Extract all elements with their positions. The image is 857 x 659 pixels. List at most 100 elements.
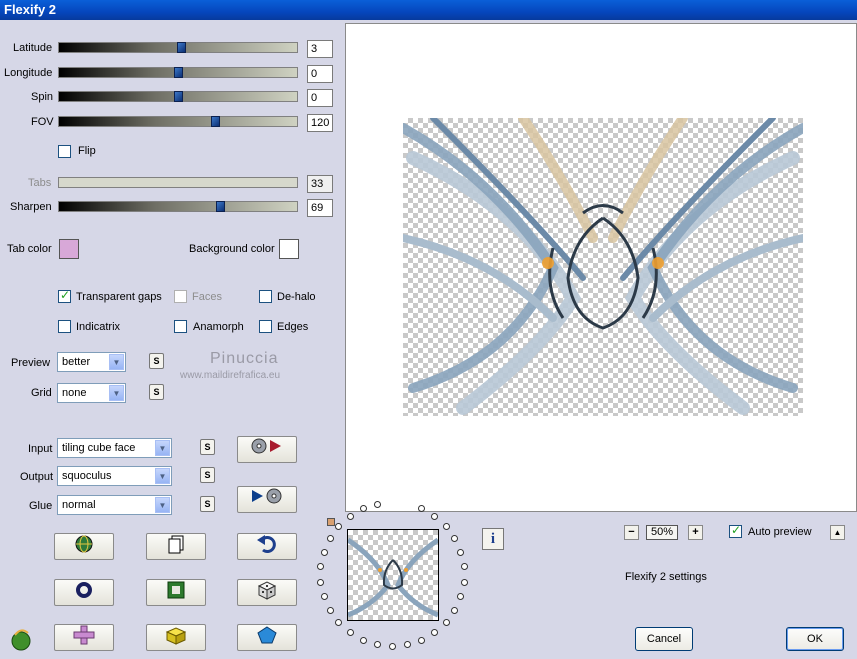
watermark-name: Pinuccia [210, 350, 279, 367]
navigator-dot[interactable] [403, 641, 411, 649]
tabs-slider[interactable] [58, 177, 298, 188]
latitude-thumb[interactable] [177, 42, 186, 53]
output-s-button[interactable]: S [200, 467, 215, 483]
frame-button[interactable] [146, 579, 206, 606]
background-color-label: Background color [189, 243, 275, 255]
copy-button[interactable] [146, 533, 206, 560]
zoom-out-button[interactable]: − [624, 525, 639, 540]
navigator-dot[interactable] [431, 629, 439, 637]
info-button[interactable]: i [482, 528, 504, 550]
navigator-dot[interactable] [346, 512, 354, 520]
navigator-dot[interactable] [374, 500, 382, 508]
fov-thumb[interactable] [211, 116, 220, 127]
square-frame-icon [167, 581, 185, 599]
navigator-dot[interactable] [359, 505, 367, 513]
edges-checkbox[interactable] [259, 320, 272, 333]
cross-button[interactable] [54, 624, 114, 651]
dice-icon [257, 581, 277, 600]
grid-select[interactable]: none ▼ [57, 383, 126, 403]
cancel-button[interactable]: Cancel [635, 627, 693, 651]
indicatrix-checkbox[interactable] [58, 320, 71, 333]
spin-thumb[interactable] [174, 91, 183, 102]
navigator-dot[interactable] [457, 548, 465, 556]
glue-select[interactable]: normal ▼ [57, 495, 172, 515]
navigator-dot[interactable] [335, 619, 343, 627]
random-dice-button[interactable] [237, 579, 297, 606]
glue-s-button[interactable]: S [200, 496, 215, 512]
navigator-dot[interactable] [359, 636, 367, 644]
flip-label: Flip [78, 145, 96, 157]
undo-icon [257, 535, 276, 553]
navigator-dot[interactable] [418, 636, 426, 644]
navigator-dot[interactable] [431, 512, 439, 520]
preview-s-button[interactable]: S [149, 353, 164, 369]
fov-input[interactable]: 120 [307, 114, 333, 132]
navigator-dot[interactable] [335, 522, 343, 530]
preview-pane[interactable] [345, 23, 857, 512]
sharpen-thumb[interactable] [216, 201, 225, 212]
chevron-down-icon[interactable]: ▼ [155, 440, 170, 456]
load-input-button[interactable] [237, 436, 297, 463]
output-select[interactable]: squoculus ▼ [57, 466, 172, 486]
background-color-swatch[interactable] [279, 239, 299, 259]
navigator-dot[interactable] [442, 522, 450, 530]
undo-button[interactable] [237, 533, 297, 560]
input-select[interactable]: tiling cube face ▼ [57, 438, 172, 458]
auto-preview-checkbox[interactable] [729, 523, 742, 538]
navigator-dot[interactable] [317, 578, 325, 586]
tabs-label: Tabs [28, 177, 52, 189]
grid-s-button[interactable]: S [149, 384, 164, 400]
chevron-down-icon[interactable]: ▼ [109, 385, 124, 401]
longitude-input[interactable]: 0 [307, 65, 333, 83]
navigator-dot[interactable] [320, 593, 328, 601]
spin-input[interactable]: 0 [307, 89, 333, 107]
navigator-dot[interactable] [374, 641, 382, 649]
ok-button[interactable]: OK [786, 627, 844, 651]
navigator-dot[interactable] [457, 593, 465, 601]
navigator-dot[interactable] [326, 607, 334, 614]
navigator-dot[interactable] [346, 629, 354, 637]
randomize-button[interactable] [54, 533, 114, 560]
navigator-dot[interactable] [317, 563, 325, 571]
reset-button[interactable] [54, 579, 114, 606]
thumbnail-preview[interactable] [346, 529, 440, 621]
auto-preview-label: Auto preview [748, 526, 812, 538]
de-halo-checkbox[interactable] [259, 290, 272, 303]
chevron-down-icon[interactable]: ▼ [155, 497, 170, 513]
cube-button[interactable] [146, 624, 206, 651]
navigator-dot[interactable] [389, 643, 396, 650]
fov-slider[interactable] [58, 116, 298, 127]
preview-select[interactable]: better ▼ [57, 352, 126, 372]
sharpen-slider[interactable] [58, 201, 298, 212]
latitude-slider[interactable] [58, 42, 298, 53]
longitude-slider[interactable] [58, 67, 298, 78]
indicatrix-label: Indicatrix [76, 321, 121, 333]
flip-checkbox[interactable] [58, 145, 71, 158]
anamorph-checkbox[interactable] [174, 320, 187, 333]
load-output-button[interactable] [237, 486, 297, 513]
chevron-down-icon[interactable]: ▼ [109, 354, 124, 370]
navigator-handle[interactable] [327, 518, 335, 526]
play-disc-icon [252, 488, 282, 504]
input-s-button[interactable]: S [200, 439, 215, 455]
faces-label: Faces [192, 291, 222, 303]
collapse-button[interactable]: ▲ [830, 525, 845, 540]
tab-color-swatch[interactable] [59, 239, 79, 259]
navigator-dot[interactable] [451, 535, 459, 542]
zoom-in-button[interactable]: + [688, 525, 703, 540]
sharpen-input[interactable]: 69 [307, 199, 333, 217]
chevron-down-icon[interactable]: ▼ [155, 468, 170, 484]
navigator-dot[interactable] [442, 619, 450, 627]
transparent-gaps-checkbox[interactable] [58, 288, 71, 303]
navigator-dot[interactable] [451, 607, 459, 614]
tabs-input[interactable]: 33 [307, 175, 333, 193]
pentagon-button[interactable] [237, 624, 297, 651]
latitude-input[interactable]: 3 [307, 40, 333, 58]
navigator-dot[interactable] [460, 563, 468, 571]
navigator-dot[interactable] [326, 535, 334, 542]
navigator-dot[interactable] [460, 578, 468, 586]
navigator-dot[interactable] [320, 548, 328, 556]
spin-slider[interactable] [58, 91, 298, 102]
longitude-thumb[interactable] [174, 67, 183, 78]
faces-checkbox[interactable] [174, 290, 187, 303]
